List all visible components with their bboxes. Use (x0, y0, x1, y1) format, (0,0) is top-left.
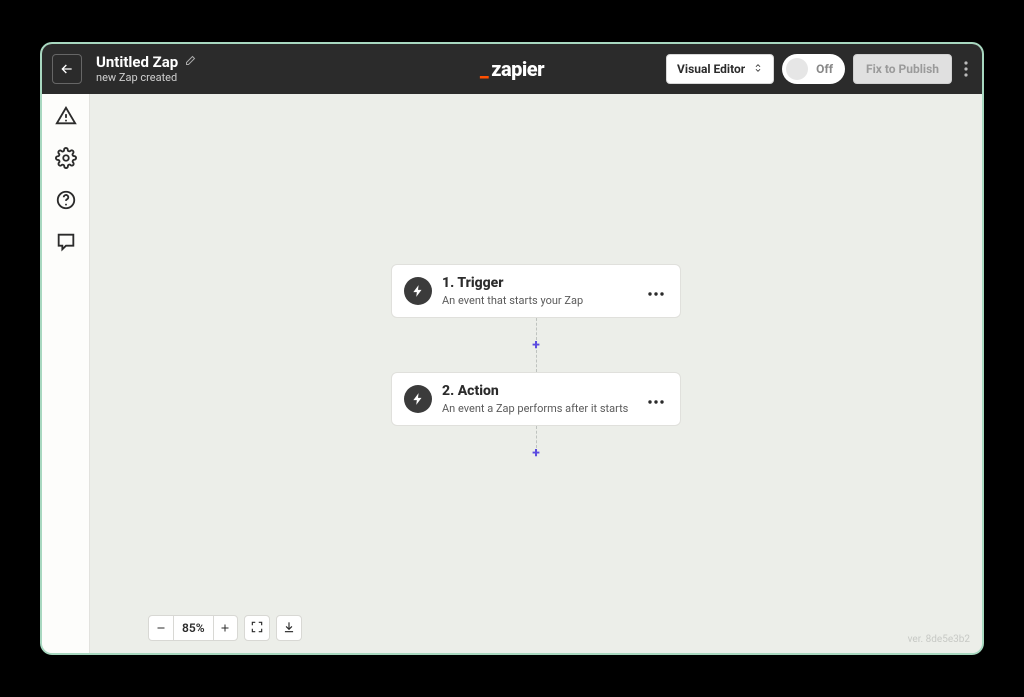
enable-zap-toggle[interactable]: Off (782, 54, 845, 84)
warning-icon (55, 105, 77, 131)
editor-mode-label: Visual Editor (677, 62, 745, 76)
help-icon (55, 189, 77, 215)
zoom-percent-label: 85% (173, 616, 213, 640)
trigger-bolt-icon (404, 277, 432, 305)
step-description: An event that starts your Zap (442, 294, 634, 307)
logo-text: zapier (491, 57, 544, 81)
sidebar-item-help[interactable] (54, 190, 78, 214)
publish-button[interactable]: Fix to Publish (853, 54, 952, 84)
add-step-button[interactable]: + (532, 340, 540, 350)
zoom-group: 85% (148, 615, 238, 641)
step-more-button[interactable] (644, 277, 668, 304)
fit-to-screen-button[interactable] (244, 615, 270, 641)
toggle-knob (786, 58, 808, 80)
zap-subtitle: new Zap created (96, 72, 196, 85)
editor-canvas[interactable]: 1. Trigger An event that starts your Zap… (90, 94, 982, 653)
comment-icon (55, 231, 77, 257)
action-bolt-icon (404, 385, 432, 413)
connector-line (536, 350, 537, 372)
expand-icon (250, 619, 264, 638)
version-label: ver. 8de5e3b2 (908, 634, 970, 645)
app-header: Untitled Zap new Zap created _ zapier Vi… (42, 44, 982, 94)
gear-icon (55, 147, 77, 173)
app-body: 1. Trigger An event that starts your Zap… (42, 94, 982, 653)
header-right: Visual Editor Off Fix to Publish (666, 54, 972, 84)
step-description: An event a Zap performs after it starts (442, 402, 634, 415)
back-button[interactable] (52, 54, 82, 84)
zoom-toolbar: 85% (148, 615, 302, 641)
download-icon (282, 619, 296, 638)
flow-container: 1. Trigger An event that starts your Zap… (391, 264, 681, 458)
app-window: Untitled Zap new Zap created _ zapier Vi… (40, 42, 984, 655)
step-title: 2. Action (442, 383, 634, 400)
zap-title[interactable]: Untitled Zap (96, 54, 178, 71)
editor-mode-switcher[interactable]: Visual Editor (666, 54, 774, 84)
logo-underscore-icon: _ (480, 57, 488, 81)
step-card-action[interactable]: 2. Action An event a Zap performs after … (391, 372, 681, 426)
add-step-button[interactable]: + (532, 448, 540, 458)
header-more-button[interactable] (960, 61, 972, 77)
sidebar-item-alerts[interactable] (54, 106, 78, 130)
edit-title-icon[interactable] (184, 53, 196, 71)
step-more-button[interactable] (644, 385, 668, 412)
export-button[interactable] (276, 615, 302, 641)
step-title: 1. Trigger (442, 275, 634, 292)
zapier-logo: _ zapier (480, 57, 544, 81)
left-sidebar (42, 94, 90, 653)
sidebar-item-comments[interactable] (54, 232, 78, 256)
sidebar-item-settings[interactable] (54, 148, 78, 172)
publish-label: Fix to Publish (866, 62, 939, 76)
step-card-trigger[interactable]: 1. Trigger An event that starts your Zap (391, 264, 681, 318)
toggle-label: Off (816, 62, 833, 76)
chevron-up-down-icon (753, 61, 763, 78)
zoom-in-button[interactable] (213, 616, 237, 640)
zoom-out-button[interactable] (149, 616, 173, 640)
zap-title-block: Untitled Zap new Zap created (96, 53, 196, 84)
